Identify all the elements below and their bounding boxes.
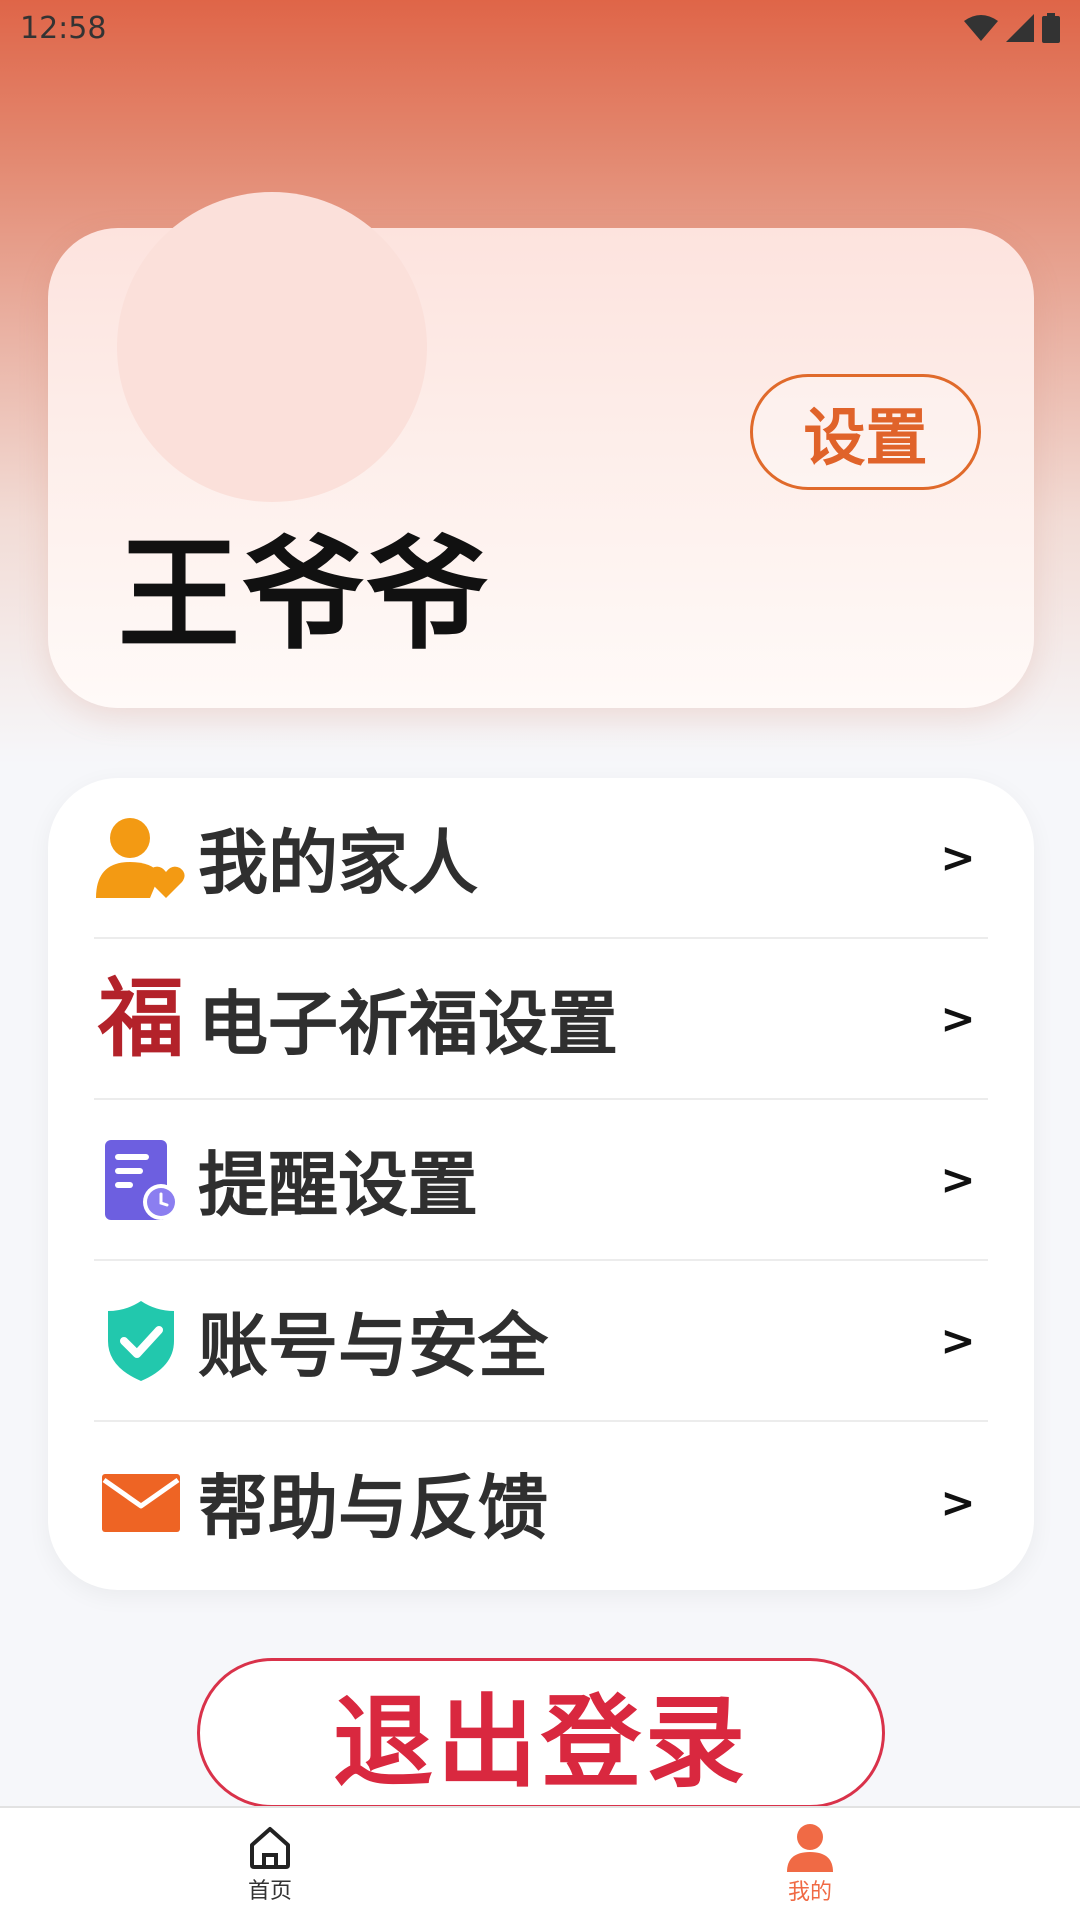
menu-item-label: 提醒设置 <box>198 1144 478 1226</box>
menu-item-blessing[interactable]: 福 电子祈福设置 > <box>94 939 988 1100</box>
family-heart-icon <box>94 811 188 905</box>
menu-item-help-feedback[interactable]: 帮助与反馈 > <box>94 1422 988 1583</box>
person-icon <box>787 1824 833 1872</box>
tab-label: 我的 <box>787 1880 832 1905</box>
status-time: 12:58 <box>20 10 107 46</box>
chevron-right-icon: > <box>940 1316 976 1365</box>
menu-item-reminder[interactable]: 提醒设置 > <box>94 1100 988 1261</box>
bottom-tab-bar: 首页 我的 <box>0 1806 1080 1920</box>
tab-home[interactable]: 首页 <box>0 1808 540 1920</box>
logout-button[interactable]: 退出登录 <box>197 1658 885 1808</box>
fu-blessing-icon: 福 <box>94 967 188 1069</box>
tab-mine[interactable]: 我的 <box>540 1808 1080 1920</box>
battery-icon <box>1042 13 1060 43</box>
menu-item-label: 帮助与反馈 <box>198 1467 548 1549</box>
envelope-icon <box>94 1456 188 1550</box>
fu-glyph: 福 <box>98 967 184 1069</box>
user-name: 王爷爷 <box>118 524 490 666</box>
chevron-right-icon: > <box>940 994 976 1043</box>
status-icons <box>964 13 1060 43</box>
shield-check-icon <box>94 1294 188 1388</box>
chevron-right-icon: > <box>940 1478 976 1527</box>
menu-item-label: 账号与安全 <box>198 1305 548 1387</box>
reminder-document-clock-icon <box>94 1133 188 1227</box>
menu-item-label: 我的家人 <box>198 822 478 904</box>
menu-item-family[interactable]: 我的家人 > <box>94 778 988 939</box>
wifi-icon <box>964 15 998 41</box>
chevron-right-icon: > <box>940 1155 976 1204</box>
menu-item-label: 电子祈福设置 <box>198 983 618 1065</box>
avatar[interactable] <box>117 192 427 502</box>
settings-button[interactable]: 设置 <box>750 374 981 490</box>
menu-list: 我的家人 > 福 电子祈福设置 > 提醒设置 > 账号与安全 > 帮助与反馈 > <box>48 778 1034 1590</box>
signal-icon <box>1006 14 1034 42</box>
home-icon <box>250 1827 290 1869</box>
chevron-right-icon: > <box>940 833 976 882</box>
status-bar: 12:58 <box>0 0 1080 56</box>
tab-label: 首页 <box>247 1879 292 1904</box>
menu-item-account-security[interactable]: 账号与安全 > <box>94 1261 988 1422</box>
